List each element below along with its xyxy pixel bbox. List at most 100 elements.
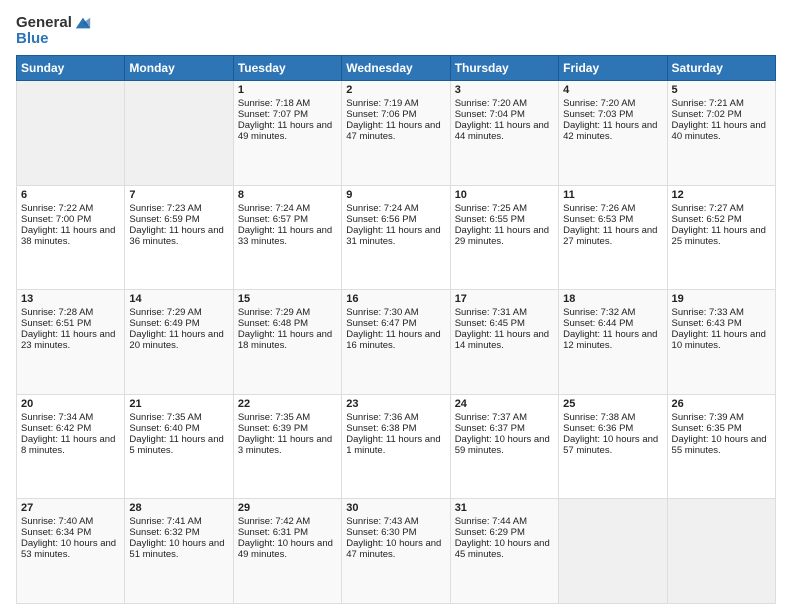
day-number: 19 [672, 293, 771, 305]
day-info: Sunset: 7:04 PM [455, 109, 554, 120]
day-number: 10 [455, 189, 554, 201]
day-info: Sunrise: 7:34 AM [21, 412, 120, 423]
calendar-cell: 2Sunrise: 7:19 AMSunset: 7:06 PMDaylight… [342, 81, 450, 186]
calendar-cell: 11 Sunrise: 7:26 AMSunset: 6:53 PMDayligh… [559, 185, 667, 290]
day-info: Sunrise: 7:24 AM [346, 203, 445, 214]
day-info: Sunrise: 7:26 AM [563, 203, 662, 214]
day-info: Sunrise: 7:28 AM [21, 307, 120, 318]
calendar-cell: 9Sunrise: 7:24 AMSunset: 6:56 PMDaylight… [342, 185, 450, 290]
day-info: Sunset: 6:34 PM [21, 527, 120, 538]
calendar-cell: 3Sunrise: 7:20 AMSunset: 7:04 PMDaylight… [450, 81, 558, 186]
calendar-cell: 4Sunrise: 7:20 AMSunset: 7:03 PMDaylight… [559, 81, 667, 186]
day-info: Daylight: 11 hours and 10 minutes. [672, 329, 771, 351]
day-info: Sunset: 7:06 PM [346, 109, 445, 120]
calendar-cell: 19Sunrise: 7:33 AMSunset: 6:43 PMDayligh… [667, 290, 775, 395]
day-info: Sunset: 6:43 PM [672, 318, 771, 329]
day-info: Daylight: 10 hours and 59 minutes. [455, 434, 554, 456]
calendar-cell: 6Sunrise: 7:22 AMSunset: 7:00 PMDaylight… [17, 185, 125, 290]
day-number: 9 [346, 189, 445, 201]
day-info: Sunrise: 7:24 AM [238, 203, 337, 214]
day-info: Daylight: 11 hours and 18 minutes. [238, 329, 337, 351]
day-info: Sunset: 6:29 PM [455, 527, 554, 538]
day-number: 11 [563, 189, 662, 201]
day-number: 14 [129, 293, 228, 305]
calendar-cell [559, 499, 667, 604]
day-info: Sunrise: 7:42 AM [238, 516, 337, 527]
day-info: Sunrise: 7:27 AM [672, 203, 771, 214]
day-info: Sunrise: 7:29 AM [129, 307, 228, 318]
day-info: Sunset: 6:44 PM [563, 318, 662, 329]
calendar-cell: 13 Sunrise: 7:28 AMSunset: 6:51 PMDayligh… [17, 290, 125, 395]
day-number: 7 [129, 189, 228, 201]
calendar-day-header: Friday [559, 56, 667, 81]
calendar-day-header: Tuesday [233, 56, 341, 81]
logo-icon [74, 14, 92, 32]
day-info: Sunset: 6:49 PM [129, 318, 228, 329]
day-info: Sunset: 6:39 PM [238, 423, 337, 434]
day-info: Daylight: 11 hours and 42 minutes. [563, 120, 662, 142]
calendar-cell: 21Sunrise: 7:35 AMSunset: 6:40 PMDayligh… [125, 394, 233, 499]
day-info: Sunrise: 7:32 AM [563, 307, 662, 318]
day-info: Sunset: 6:47 PM [346, 318, 445, 329]
day-info: Sunset: 6:40 PM [129, 423, 228, 434]
day-info: Sunset: 6:42 PM [21, 423, 120, 434]
day-number: 12 [672, 189, 771, 201]
day-info: Sunset: 6:51 PM [21, 318, 120, 329]
day-number: 13 [21, 293, 120, 305]
day-info: Daylight: 11 hours and 12 minutes. [563, 329, 662, 351]
day-number: 1 [238, 84, 337, 96]
day-info: Sunrise: 7:23 AM [129, 203, 228, 214]
day-info: Sunset: 6:59 PM [129, 214, 228, 225]
day-number: 26 [672, 398, 771, 410]
day-info: Sunset: 6:30 PM [346, 527, 445, 538]
day-info: Sunset: 6:37 PM [455, 423, 554, 434]
day-info: Sunset: 6:31 PM [238, 527, 337, 538]
day-info: Daylight: 11 hours and 33 minutes. [238, 225, 337, 247]
day-info: Sunset: 6:36 PM [563, 423, 662, 434]
day-info: Sunset: 7:00 PM [21, 214, 120, 225]
calendar-week-row: 6Sunrise: 7:22 AMSunset: 7:00 PMDaylight… [17, 185, 776, 290]
day-info: Sunset: 6:55 PM [455, 214, 554, 225]
day-info: Sunset: 6:35 PM [672, 423, 771, 434]
day-info: Sunset: 6:53 PM [563, 214, 662, 225]
day-info: Daylight: 11 hours and 14 minutes. [455, 329, 554, 351]
day-info: Sunset: 7:07 PM [238, 109, 337, 120]
day-info: Daylight: 11 hours and 47 minutes. [346, 120, 445, 142]
day-info: Daylight: 11 hours and 8 minutes. [21, 434, 120, 456]
calendar-cell: 16Sunrise: 7:30 AMSunset: 6:47 PMDayligh… [342, 290, 450, 395]
day-info: Sunrise: 7:31 AM [455, 307, 554, 318]
day-info: Daylight: 11 hours and 31 minutes. [346, 225, 445, 247]
day-number: 20 [21, 398, 120, 410]
logo-general: General [16, 14, 72, 31]
calendar-cell: 30Sunrise: 7:43 AMSunset: 6:30 PMDayligh… [342, 499, 450, 604]
page-header: General Blue [16, 12, 776, 47]
calendar-cell: 15Sunrise: 7:29 AMSunset: 6:48 PMDayligh… [233, 290, 341, 395]
day-number: 24 [455, 398, 554, 410]
day-info: Sunrise: 7:18 AM [238, 98, 337, 109]
calendar-day-header: Thursday [450, 56, 558, 81]
day-info: Sunrise: 7:41 AM [129, 516, 228, 527]
calendar-table: SundayMondayTuesdayWednesdayThursdayFrid… [16, 55, 776, 604]
day-info: Daylight: 11 hours and 36 minutes. [129, 225, 228, 247]
day-number: 28 [129, 502, 228, 514]
day-info: Sunrise: 7:21 AM [672, 98, 771, 109]
day-number: 16 [346, 293, 445, 305]
calendar-cell [17, 81, 125, 186]
calendar-cell: 24 Sunrise: 7:37 AMSunset: 6:37 PMDayligh… [450, 394, 558, 499]
day-info: Daylight: 10 hours and 47 minutes. [346, 538, 445, 560]
day-info: Daylight: 11 hours and 27 minutes. [563, 225, 662, 247]
day-info: Daylight: 11 hours and 38 minutes. [21, 225, 120, 247]
day-info: Sunrise: 7:37 AM [455, 412, 554, 423]
day-number: 18 [563, 293, 662, 305]
day-info: Daylight: 11 hours and 29 minutes. [455, 225, 554, 247]
day-info: Daylight: 11 hours and 23 minutes. [21, 329, 120, 351]
logo-blue: Blue [16, 30, 92, 47]
calendar-cell: 5Sunrise: 7:21 AMSunset: 7:02 PMDaylight… [667, 81, 775, 186]
calendar-cell [667, 499, 775, 604]
day-number: 6 [21, 189, 120, 201]
day-info: Sunrise: 7:29 AM [238, 307, 337, 318]
day-info: Daylight: 10 hours and 53 minutes. [21, 538, 120, 560]
day-number: 23 [346, 398, 445, 410]
day-info: Daylight: 11 hours and 5 minutes. [129, 434, 228, 456]
calendar-cell: 29Sunrise: 7:42 AMSunset: 6:31 PMDayligh… [233, 499, 341, 604]
